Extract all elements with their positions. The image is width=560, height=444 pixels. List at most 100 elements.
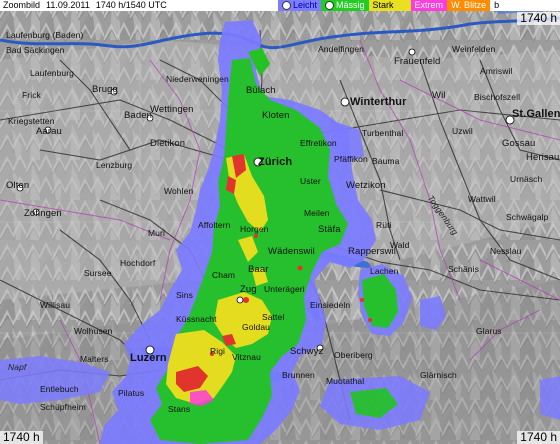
legend-lightning-label: W. Blitze xyxy=(451,0,487,10)
legend-strong: Stark xyxy=(368,0,411,11)
place-label: Rüti xyxy=(376,220,392,230)
place-label: Olten xyxy=(6,180,30,191)
place-label: Sattel xyxy=(262,312,285,322)
place-label: Baar xyxy=(248,264,269,275)
place-label: Brugg xyxy=(92,84,118,95)
place-label: Unterägeri xyxy=(264,284,305,294)
legend-moderate: Mässig xyxy=(321,0,369,11)
place-label: Bad Säckingen xyxy=(6,45,65,55)
place-label: Glarus xyxy=(476,326,502,336)
place-label: Schänis xyxy=(448,264,479,274)
radio-light-icon[interactable] xyxy=(282,1,291,10)
place-label: Stans xyxy=(168,404,191,414)
place-label: Baden xyxy=(124,110,152,121)
corner-time-top-right: 1740 h xyxy=(517,12,560,25)
legend-extreme-label: Extrem xyxy=(414,0,444,10)
place-label: Schwägalp xyxy=(506,212,549,222)
corner-time-bottom-right: 1740 h xyxy=(517,431,560,444)
place-label: Nesslau xyxy=(490,246,522,256)
date-label: 11.09.2011 xyxy=(46,0,90,10)
place-label: Wettingen xyxy=(150,104,194,115)
legend-moderate-label: Mässig xyxy=(336,0,365,10)
place-label: Laufenburg (Baden) xyxy=(6,30,84,40)
place-label: Wattwil xyxy=(468,194,496,204)
place-label: Niederweningen xyxy=(166,74,229,84)
place-label: Turbenthal xyxy=(362,128,404,138)
mode-label: Zoombild xyxy=(3,0,41,10)
place-label: Effretikon xyxy=(300,138,337,148)
place-label: Schwyz xyxy=(290,346,324,357)
place-label: Luzern xyxy=(130,352,167,364)
place-label: Bischofszell xyxy=(474,92,521,102)
place-label: Herisau xyxy=(526,152,560,163)
place-label: Sursee xyxy=(84,268,112,278)
legend-lightning: W. Blitze xyxy=(447,0,491,11)
place-label: Glärnisch xyxy=(420,370,457,380)
place-label: Sins xyxy=(176,290,193,300)
place-label: Amriswil xyxy=(480,66,513,76)
place-label: Bauma xyxy=(372,156,400,166)
place-label: Wetzikon xyxy=(346,180,386,191)
legend-strong-label: Stark xyxy=(372,0,394,10)
corner-time-bottom-left: 1740 h xyxy=(0,431,43,444)
place-label: Napf xyxy=(8,362,27,372)
place-label: Oberiberg xyxy=(334,350,373,360)
place-label: Goldau xyxy=(242,322,271,332)
place-label: Wil xyxy=(432,90,446,101)
place-label: Gossau xyxy=(502,138,536,149)
place-label: Entlebuch xyxy=(40,384,79,394)
place-label: Malters xyxy=(80,354,109,364)
place-label: Dietikon xyxy=(150,138,186,149)
place-label: Bülach xyxy=(246,85,276,96)
place-label: Frauenfeld xyxy=(394,56,441,67)
place-label: St.Gallen xyxy=(512,108,560,120)
place-label: Hochdorf xyxy=(120,258,156,268)
place-label: Uzwil xyxy=(452,126,473,136)
place-label: Zofingen xyxy=(24,208,62,219)
legend-light: Leicht xyxy=(278,0,322,11)
place-label: Kriegstetten xyxy=(8,116,55,126)
place-label: Frick xyxy=(22,90,41,100)
place-label: Küssnacht xyxy=(176,314,217,324)
radio-moderate-icon[interactable] xyxy=(325,1,335,10)
place-label: Muotathal xyxy=(326,376,365,386)
place-label: Zug xyxy=(240,284,257,295)
place-label: Wädenswil xyxy=(268,246,315,257)
place-label: Aarau xyxy=(36,126,62,137)
legend-light-label: Leicht xyxy=(293,0,318,10)
place-label: Einsiedeln xyxy=(310,300,351,310)
header-info: Zoombild 11.09.2011 1740 h/1540 UTC xyxy=(0,0,278,11)
legend-extreme: Extrem xyxy=(410,0,448,11)
place-label: Meilen xyxy=(304,208,330,218)
place-label: Uster xyxy=(300,176,321,186)
place-label: Andelfingen xyxy=(318,44,364,54)
place-label: Rigi xyxy=(210,346,226,356)
status-bar: Zoombild 11.09.2011 1740 h/1540 UTC Leic… xyxy=(0,0,560,11)
map-canvas xyxy=(0,0,560,444)
place-label: Muri xyxy=(148,228,165,238)
place-label: Lenzburg xyxy=(96,160,133,170)
place-label: Pilatus xyxy=(118,388,145,398)
place-label: Weinfelden xyxy=(452,44,496,54)
place-label: Willisau xyxy=(40,300,71,310)
legend-b: b xyxy=(490,0,560,11)
time-label: 1740 h/1540 UTC xyxy=(95,0,167,10)
place-label: Wolhusen xyxy=(74,326,113,336)
legend-b-label: b xyxy=(494,0,500,10)
place-label: Zürich xyxy=(258,156,293,168)
place-label: Schüpfheim xyxy=(40,402,86,412)
place-label: Horgen xyxy=(240,224,269,234)
place-label: Vitznau xyxy=(232,352,261,362)
place-label: Pfäffikon xyxy=(334,154,368,164)
place-label: Urnäsch xyxy=(510,174,543,184)
place-label: Affoltern xyxy=(198,220,231,230)
place-label: Cham xyxy=(212,270,236,280)
place-label: Winterthur xyxy=(350,96,407,108)
place-label: Lachen xyxy=(370,266,399,276)
radar-map: Zoombild 11.09.2011 1740 h/1540 UTC Leic… xyxy=(0,0,560,444)
place-label: Wohlen xyxy=(164,186,194,196)
place-label: Brunnen xyxy=(282,370,315,380)
place-label: Rapperswil xyxy=(348,246,396,257)
place-label: Stäfa xyxy=(318,224,341,235)
place-label: Laufenburg xyxy=(30,68,75,78)
